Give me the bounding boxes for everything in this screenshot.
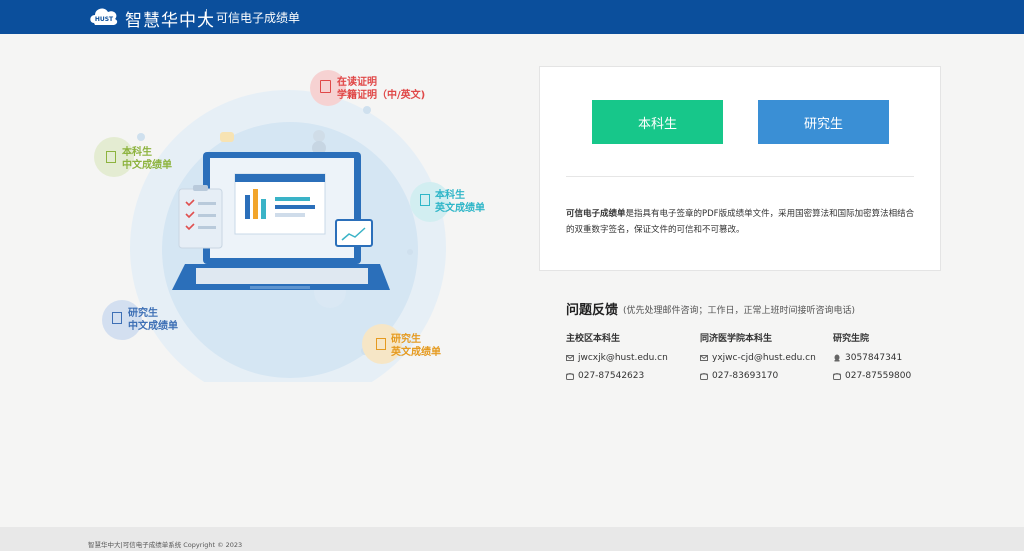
contact-column-tongji-undergrad: 同济医学院本科生 yxjwc-cjd@hust.edu.cn 027-83693… — [700, 331, 816, 385]
tag-line1: 本科生 — [122, 147, 152, 158]
qq-icon — [834, 354, 840, 362]
card-description: 可信电子成绩单是指具有电子签章的PDF版成绩单文件，采用国密算法和国际加密算法相… — [566, 206, 916, 238]
hero-illustration: 在读证明 学籍证明（中/英文) 本科生 中文成绩单 本科生 英文成绩单 研究生 … — [90, 62, 490, 406]
qq-number: 3057847341 — [845, 353, 903, 363]
footer-copyright: 智慧华中大|可信电子成绩单系统 Copyright © 2023 — [88, 541, 243, 549]
header-divider — [206, 9, 207, 25]
certificate-icon — [320, 80, 331, 93]
feedback-title: 问题反馈 — [566, 303, 619, 318]
undergrad-button[interactable]: 本科生 — [592, 100, 723, 144]
logo-badge-text: HUST — [95, 16, 114, 23]
tag-enrollment-certificate: 在读证明 学籍证明（中/英文) — [320, 76, 425, 102]
card-divider — [566, 176, 914, 177]
desc-bold: 可信电子成绩单 — [566, 209, 626, 219]
contact-row: 027-87559800 — [833, 367, 911, 385]
mail-icon — [700, 355, 708, 361]
tag-line2: 中文成绩单 — [122, 160, 172, 171]
page-footer: 智慧华中大|可信电子成绩单系统 Copyright © 2023 — [0, 527, 1024, 551]
contact-column-grad-school: 研究生院 3057847341 027-87559800 — [833, 331, 911, 385]
tag-line2: 学籍证明（中/英文) — [337, 90, 426, 101]
email-link[interactable]: yxjwc-cjd@hust.edu.cn — [712, 353, 816, 363]
tag-grad-english: 研究生 英文成绩单 — [376, 333, 441, 359]
tag-line2: 中文成绩单 — [128, 321, 178, 332]
tag-line1: 在读证明 — [337, 77, 377, 88]
app-title: 可信电子成绩单 — [216, 11, 301, 25]
mail-icon — [566, 355, 574, 361]
document-icon — [112, 312, 122, 324]
phone-number: 027-87559800 — [845, 371, 912, 381]
column-title: 同济医学院本科生 — [700, 334, 773, 344]
contact-row: 027-87542623 — [566, 367, 668, 385]
hust-logo-icon[interactable]: HUST — [89, 5, 119, 27]
tag-line1: 本科生 — [435, 190, 465, 201]
tag-undergrad-english: 本科生 英文成绩单 — [420, 189, 485, 215]
transcript-card: 本科生 研究生 可信电子成绩单是指具有电子签章的PDF版成绩单文件，采用国密算法… — [539, 66, 941, 271]
logo-text[interactable]: 智慧华中大 — [125, 6, 215, 31]
contact-row: 027-83693170 — [700, 367, 816, 385]
tag-line1: 研究生 — [391, 334, 421, 345]
phone-icon — [700, 373, 708, 380]
tag-line2: 英文成绩单 — [435, 203, 485, 214]
contact-row: jwcxjk@hust.edu.cn — [566, 349, 668, 367]
document-icon — [420, 194, 430, 206]
contact-row: 3057847341 — [833, 349, 911, 367]
document-icon — [106, 151, 116, 163]
tag-line2: 英文成绩单 — [391, 347, 441, 358]
phone-number: 027-87542623 — [578, 371, 645, 381]
tag-line1: 研究生 — [128, 308, 158, 319]
feedback-note: (优先处理邮件咨询；工作日，正常上班时间接听咨询电话) — [623, 306, 856, 316]
document-icon — [376, 338, 386, 350]
grad-button[interactable]: 研究生 — [758, 100, 889, 144]
phone-icon — [566, 373, 574, 380]
phone-number: 027-83693170 — [712, 371, 779, 381]
tag-grad-chinese: 研究生 中文成绩单 — [112, 307, 178, 333]
email-link[interactable]: jwcxjk@hust.edu.cn — [578, 353, 668, 363]
top-header: HUST 智慧华中大 可信电子成绩单 — [0, 0, 1024, 34]
column-title: 主校区本科生 — [566, 334, 621, 344]
tag-undergrad-chinese: 本科生 中文成绩单 — [106, 146, 172, 172]
phone-icon — [833, 373, 841, 380]
contact-row: yxjwc-cjd@hust.edu.cn — [700, 349, 816, 367]
column-title: 研究生院 — [833, 334, 870, 344]
contact-column-main-undergrad: 主校区本科生 jwcxjk@hust.edu.cn 027-87542623 — [566, 331, 668, 385]
